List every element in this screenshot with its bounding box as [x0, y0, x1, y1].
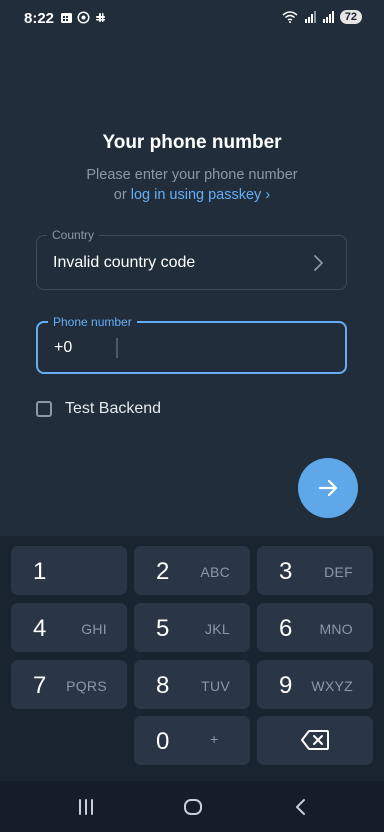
key-letters: JKL: [204, 621, 230, 637]
battery-indicator: 72: [339, 10, 362, 24]
page-subtitle: Please enter your phone number or log in…: [0, 165, 384, 205]
status-time: 8:22: [24, 10, 55, 27]
backspace-icon: [301, 730, 329, 750]
phone-field-label: Phone number: [48, 314, 137, 330]
signal-r-icon: [322, 11, 334, 23]
chevron-right-icon: [314, 255, 323, 271]
key-digit: 5: [156, 615, 170, 642]
chevron-right-icon: ›: [265, 187, 271, 203]
page-title: Your phone number: [102, 132, 282, 153]
key-digit: 3: [279, 558, 293, 585]
field-divider: [116, 338, 118, 358]
test-backend-row[interactable]: Test Backend: [36, 400, 161, 418]
key-1[interactable]: 1: [11, 546, 127, 595]
test-backend-label: Test Backend: [65, 400, 162, 417]
status-system-icons: 72: [282, 10, 362, 24]
country-field-label: Country: [47, 227, 100, 243]
key-letters: MNO: [319, 621, 353, 637]
key-letters: +: [210, 731, 219, 747]
wifi-icon: [282, 11, 298, 23]
key-6[interactable]: 6 MNO: [257, 603, 373, 652]
key-letters: PQRS: [66, 678, 107, 694]
backspace-key[interactable]: [257, 716, 373, 765]
key-3[interactable]: 3 DEF: [257, 546, 373, 595]
subtitle-text: Please enter your phone number: [86, 167, 298, 183]
key-letters: DEF: [324, 564, 353, 580]
key-2[interactable]: 2 ABC: [134, 546, 250, 595]
key-letters: ABC: [200, 564, 230, 580]
key-7[interactable]: 7 PQRS: [11, 660, 127, 709]
key-5[interactable]: 5 JKL: [134, 603, 250, 652]
key-digit: 2: [156, 558, 170, 585]
key-digit: 7: [33, 672, 47, 699]
country-selector[interactable]: Country Invalid country code: [36, 227, 347, 290]
key-8[interactable]: 8 TUV: [134, 660, 250, 709]
arrow-right-icon: [318, 479, 338, 497]
subtitle-second-line: or log in using passkey ›: [0, 185, 384, 205]
passkey-link-label: log in using passkey: [130, 187, 262, 203]
key-letters: TUV: [201, 678, 230, 694]
subtitle-or: or: [113, 187, 127, 203]
status-bar: 8:22 72: [0, 0, 384, 36]
recent-apps-icon[interactable]: [76, 797, 96, 817]
key-digit: 9: [279, 672, 293, 699]
next-button[interactable]: [298, 458, 358, 518]
signal-icon: [304, 11, 316, 23]
key-letters: GHI: [81, 621, 107, 637]
whatsapp-icon: [77, 11, 90, 24]
key-9[interactable]: 9 WXYZ: [257, 660, 373, 709]
home-icon[interactable]: [183, 797, 203, 817]
key-0[interactable]: 0 +: [134, 716, 250, 765]
phone-number-field[interactable]: Phone number +0: [36, 314, 347, 374]
key-4[interactable]: 4 GHI: [11, 603, 127, 652]
country-field-value: Invalid country code: [53, 254, 196, 271]
test-backend-checkbox[interactable]: [36, 401, 52, 417]
status-notification-icons: [60, 11, 107, 24]
key-digit: 8: [156, 672, 170, 699]
key-digit: 6: [279, 615, 293, 642]
key-digit: 4: [33, 615, 47, 642]
numeric-keypad: 1 2 ABC 3 DEF 4 GHI 5 JKL 6 MNO 7 PQRS 8 TUV 9 W…: [0, 536, 384, 781]
passkey-login-link[interactable]: log in using passkey ›: [131, 187, 270, 203]
key-digit: 1: [33, 558, 47, 585]
system-navigation-bar: [0, 781, 384, 832]
key-letters: WXYZ: [311, 678, 353, 694]
country-code-input[interactable]: +0: [54, 339, 72, 357]
calendar-icon: [60, 11, 73, 24]
key-digit: 0: [156, 728, 170, 755]
back-icon[interactable]: [291, 797, 311, 817]
slack-icon: [94, 11, 107, 24]
